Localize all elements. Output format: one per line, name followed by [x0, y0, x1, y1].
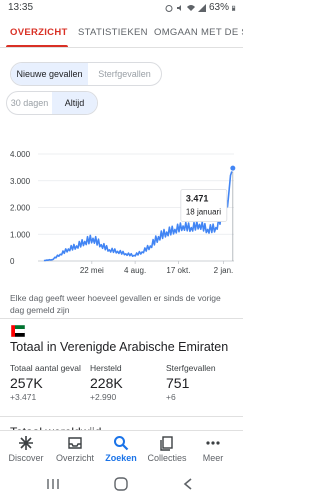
- chip-30-dagen[interactable]: 30 dagen: [7, 92, 52, 114]
- y-tick-label: 2.000: [10, 204, 31, 213]
- inbox-icon: [68, 437, 82, 449]
- wifi-icon: [186, 4, 195, 11]
- chip-altijd[interactable]: Altijd: [52, 92, 97, 114]
- active-tab-indicator: [6, 45, 68, 47]
- tab-bar: OVERZICHT STATISTIEKEN OMGAAN MET DE SIT: [0, 18, 243, 48]
- x-tick-label: 17 okt.: [166, 266, 190, 275]
- asterisk-icon: [19, 436, 33, 450]
- range-toggle: 30 dagen Altijd: [6, 91, 98, 115]
- tooltip-date: 18 januari: [186, 207, 221, 216]
- uae-flag-icon: [11, 325, 25, 337]
- stat-value: 751: [166, 375, 190, 391]
- collections-icon: [160, 436, 173, 451]
- x-tick-label: 22 mei: [80, 266, 104, 275]
- stat-delta: +6: [166, 392, 176, 402]
- section-divider: [0, 318, 243, 319]
- metric-toggle: Nieuwe gevallen Sterfgevallen: [10, 62, 162, 86]
- stat-total-cases: Totaal aantal geval 257K +3.471: [10, 363, 84, 402]
- search-icon: [114, 436, 129, 451]
- data-point-highlight: [229, 164, 237, 172]
- nav-label: Overzicht: [55, 453, 94, 463]
- stat-label: Totaal aantal geval: [10, 363, 81, 373]
- stat-label: Hersteld: [90, 363, 122, 373]
- signal-icon: [197, 3, 206, 12]
- stat-delta: +3.471: [10, 392, 37, 402]
- nav-meer[interactable]: Meer: [189, 435, 237, 463]
- nav-zoeken[interactable]: Zoeken: [97, 435, 145, 463]
- stat-deaths: Sterfgevallen 751 +6: [166, 363, 236, 402]
- bottom-navigation: Discover Overzicht Zoeken Collecties Mee…: [0, 430, 243, 468]
- clock: 13:35: [8, 2, 34, 13]
- alarm-icon: [165, 4, 173, 12]
- stat-delta: +2.990: [90, 392, 117, 402]
- nav-overzicht[interactable]: Overzicht: [51, 435, 99, 463]
- mute-icon: [176, 4, 181, 11]
- nav-label: Zoeken: [105, 453, 137, 463]
- tab-statistieken[interactable]: STATISTIEKEN: [78, 27, 148, 38]
- stat-value: 228K: [90, 375, 123, 391]
- more-dots-icon: [206, 441, 220, 445]
- tab-omgaan[interactable]: OMGAAN MET DE SIT: [154, 27, 243, 38]
- section-divider: [0, 416, 243, 417]
- y-tick-label: 4.000: [10, 150, 31, 159]
- stat-value: 257K: [10, 375, 43, 391]
- nav-label: Discover: [8, 453, 44, 463]
- x-tick-label: 4 aug.: [124, 266, 146, 275]
- battery-percent: 63%: [208, 2, 229, 13]
- chart-caption: Elke dag geeft weer hoeveel gevallen er …: [10, 293, 221, 315]
- system-navigation-bar: [0, 470, 243, 500]
- home-icon[interactable]: [113, 477, 129, 491]
- region-title: Totaal in Verenigde Arabische Emiraten: [10, 340, 229, 354]
- status-icons: 63%: [165, 2, 237, 13]
- cases-line-chart[interactable]: 0 1.000 2.000 3.000 4.000 22 mei 4 aug. 17 okt.…: [0, 128, 243, 278]
- y-tick-label: 1.000: [10, 230, 31, 239]
- y-tick-label: 3.000: [10, 177, 31, 186]
- nav-label: Collecties: [147, 453, 187, 463]
- tooltip-value: 3.471: [186, 193, 209, 203]
- chip-sterfgevallen[interactable]: Sterfgevallen: [88, 63, 161, 85]
- x-tick-label: 2 jan.: [214, 266, 234, 275]
- stat-recovered: Hersteld 228K +2.990: [90, 363, 160, 402]
- stat-label: Sterfgevallen: [166, 363, 216, 373]
- y-tick-label: 0: [10, 257, 15, 266]
- nav-discover[interactable]: Discover: [2, 435, 50, 463]
- nav-collecties[interactable]: Collecties: [143, 435, 191, 463]
- nav-label: Meer: [202, 453, 224, 463]
- recent-apps-icon[interactable]: [46, 478, 60, 490]
- status-bar: 13:35 63%: [0, 0, 243, 16]
- battery-icon: [232, 5, 236, 11]
- back-icon[interactable]: [183, 478, 193, 490]
- chip-nieuwe-gevallen[interactable]: Nieuwe gevallen: [11, 63, 88, 85]
- tab-overzicht[interactable]: OVERZICHT: [10, 27, 68, 38]
